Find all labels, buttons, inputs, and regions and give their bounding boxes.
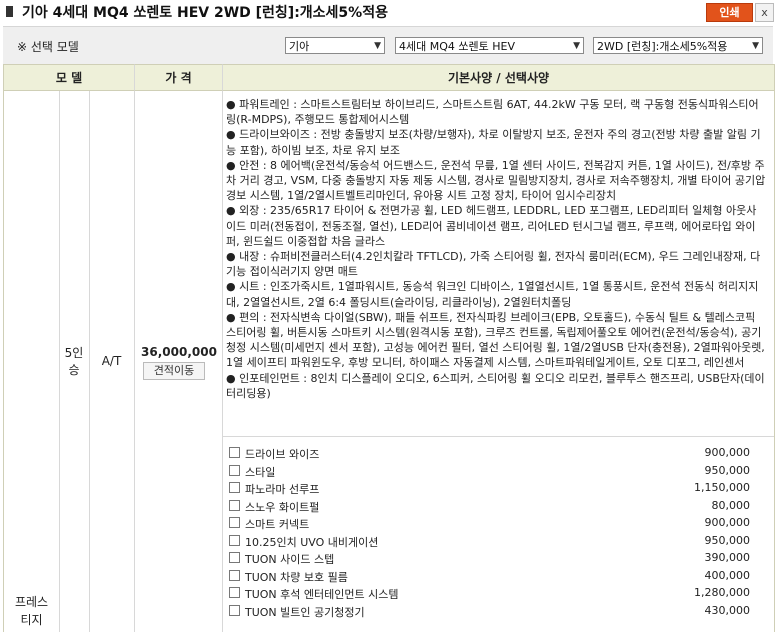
option-name: 드라이브 와이즈 xyxy=(245,448,320,461)
option-row: TUON 빌트인 공기청정기 430,000 xyxy=(226,603,764,621)
option-list: 드라이브 와이즈 900,000 스타일 950,000 파노라마 선루프 1,… xyxy=(226,445,764,620)
seat-count-line: 5인 xyxy=(64,346,84,360)
option-checkbox[interactable] xyxy=(229,482,240,493)
spec-item: ● 시트 : 인조가죽시트, 1열파워시트, 동승석 워크인 디바이스, 1열열… xyxy=(226,280,759,309)
option-checkbox[interactable] xyxy=(229,552,240,563)
page-title: 기아 4세대 MQ4 쏘렌토 HEV 2WD [런칭]:개소세5%적용 xyxy=(22,5,388,21)
option-name: 스타일 xyxy=(245,465,276,479)
option-checkbox[interactable] xyxy=(229,569,240,581)
option-price: 950,000 xyxy=(704,463,751,477)
option-name: 스노우 화이트펄 xyxy=(245,500,320,514)
option-checkbox[interactable] xyxy=(229,447,240,458)
option-name: 파노라마 선루프 xyxy=(245,483,320,496)
option-row: 파노라마 선루프 1,150,000 xyxy=(226,480,764,498)
spec-item: ● 인포테인먼트 : 8인치 디스플레이 오디오, 6스피커, 스티어링 휠 오… xyxy=(226,371,765,400)
spec-item: ● 내장 : 슈퍼비전클러스터(4.2인치칼라 TFTLCD), 가죽 스티어링… xyxy=(226,250,761,279)
spec-item: ● 파워트레인 : 스마트스트림터보 하이브리드, 스마트스트림 6AT, 44… xyxy=(226,98,759,127)
option-checkbox[interactable] xyxy=(229,534,240,546)
brand-select[interactable]: 기아 ▼ xyxy=(285,37,385,54)
option-checkbox[interactable] xyxy=(229,604,240,616)
header-specs: 기본사양 / 선택사양 xyxy=(222,64,774,91)
option-row: TUON 사이드 스텝 390,000 xyxy=(226,550,764,568)
option-name: TUON 차량 보호 필름 xyxy=(245,570,348,584)
transmission: A/T xyxy=(101,354,122,368)
brand-select-value: 기아 xyxy=(289,40,310,53)
option-name: TUON 빌트인 공기청정기 xyxy=(245,605,365,619)
column-divider xyxy=(134,91,135,632)
selector-label: ※ 선택 모델 xyxy=(17,40,79,54)
header-model: 모 델 xyxy=(4,64,134,91)
option-name: 스마트 커넥트 xyxy=(245,518,310,531)
trim-select[interactable]: 2WD [런칭]:개소세5%적용 ▼ xyxy=(593,37,763,54)
option-price: 950,000 xyxy=(704,533,751,547)
chevron-down-icon: ▼ xyxy=(573,41,580,51)
option-price: 1,280,000 xyxy=(694,586,750,599)
spec-item: ● 안전 : 8 에어백(운전석/동승석 어드밴스드, 운전석 무릎, 1열 센… xyxy=(226,158,766,203)
option-price: 900,000 xyxy=(704,446,751,459)
option-name: TUON 후석 엔터테인먼트 시스템 xyxy=(245,588,399,601)
spec-item: ● 드라이브와이즈 : 전방 충돌방지 보조(차량/보행자), 차로 이탈방지 … xyxy=(226,128,761,157)
option-row: 10.25인치 UVO 내비게이션 950,000 xyxy=(226,533,764,551)
option-checkbox[interactable] xyxy=(229,517,240,528)
option-price: 900,000 xyxy=(704,516,751,529)
price-table: 모 델 가 격 기본사양 / 선택사양 프레스 티지 5인 승 A/T 36,0… xyxy=(3,64,775,632)
option-name: TUON 사이드 스텝 xyxy=(245,553,335,566)
print-button[interactable]: 인쇄 xyxy=(706,3,753,22)
title-marker-icon xyxy=(6,6,13,17)
column-divider xyxy=(222,91,223,632)
spec-item: ● 편의 : 전자식변속 다이얼(SBW), 패들 쉬프트, 전자식파킹 브레이… xyxy=(226,310,765,370)
option-row: 스노우 화이트펄 80,000 xyxy=(226,498,764,516)
model-select-value: 4세대 MQ4 쏘렌토 HEV xyxy=(399,40,515,53)
standard-specs: ● 파워트레인 : 스마트스트림터보 하이브리드, 스마트스트림 6AT, 44… xyxy=(226,97,774,401)
model-select[interactable]: 4세대 MQ4 쏘렌토 HEV ▼ xyxy=(395,37,584,54)
spec-item: ● 외장 : 235/65R17 타이어 & 전면가공 휠, LED 헤드램프,… xyxy=(226,204,757,248)
chevron-down-icon: ▼ xyxy=(374,41,381,51)
seat-count: 5인 승 xyxy=(59,345,89,379)
trim-name: 프레스 티지 xyxy=(4,593,59,629)
options-divider xyxy=(223,436,774,437)
option-checkbox[interactable] xyxy=(229,587,240,598)
option-name: 10.25인치 UVO 내비게이션 xyxy=(245,535,379,549)
trim-select-value: 2WD [런칭]:개소세5%적용 xyxy=(597,40,728,53)
option-price: 390,000 xyxy=(704,551,751,564)
seat-count-line: 승 xyxy=(68,363,80,377)
option-price: 1,150,000 xyxy=(694,481,750,494)
option-price: 430,000 xyxy=(704,603,751,617)
option-checkbox[interactable] xyxy=(229,464,240,476)
title-bar: 기아 4세대 MQ4 쏘렌토 HEV 2WD [런칭]:개소세5%적용 인쇄 x xyxy=(0,0,776,24)
option-price: 400,000 xyxy=(704,568,751,582)
option-row: 드라이브 와이즈 900,000 xyxy=(226,445,764,463)
trim-name-line: 티지 xyxy=(20,613,43,627)
option-row: TUON 차량 보호 필름 400,000 xyxy=(226,568,764,586)
quote-button[interactable]: 견적이동 xyxy=(143,362,205,380)
close-button[interactable]: x xyxy=(755,3,774,22)
trim-name-line: 프레스 xyxy=(14,595,49,609)
option-row: 스타일 950,000 xyxy=(226,463,764,481)
base-price: 36,000,000 xyxy=(141,345,217,359)
option-row: 스마트 커넥트 900,000 xyxy=(226,515,764,533)
header-price: 가 격 xyxy=(134,64,222,91)
option-price: 80,000 xyxy=(711,498,751,512)
option-checkbox[interactable] xyxy=(229,499,240,511)
chevron-down-icon: ▼ xyxy=(750,38,759,53)
model-selector-bar: ※ 선택 모델 기아 ▼ 4세대 MQ4 쏘렌토 HEV ▼ 2WD [런칭]:… xyxy=(3,26,773,65)
option-row: TUON 후석 엔터테인먼트 시스템 1,280,000 xyxy=(226,585,764,603)
